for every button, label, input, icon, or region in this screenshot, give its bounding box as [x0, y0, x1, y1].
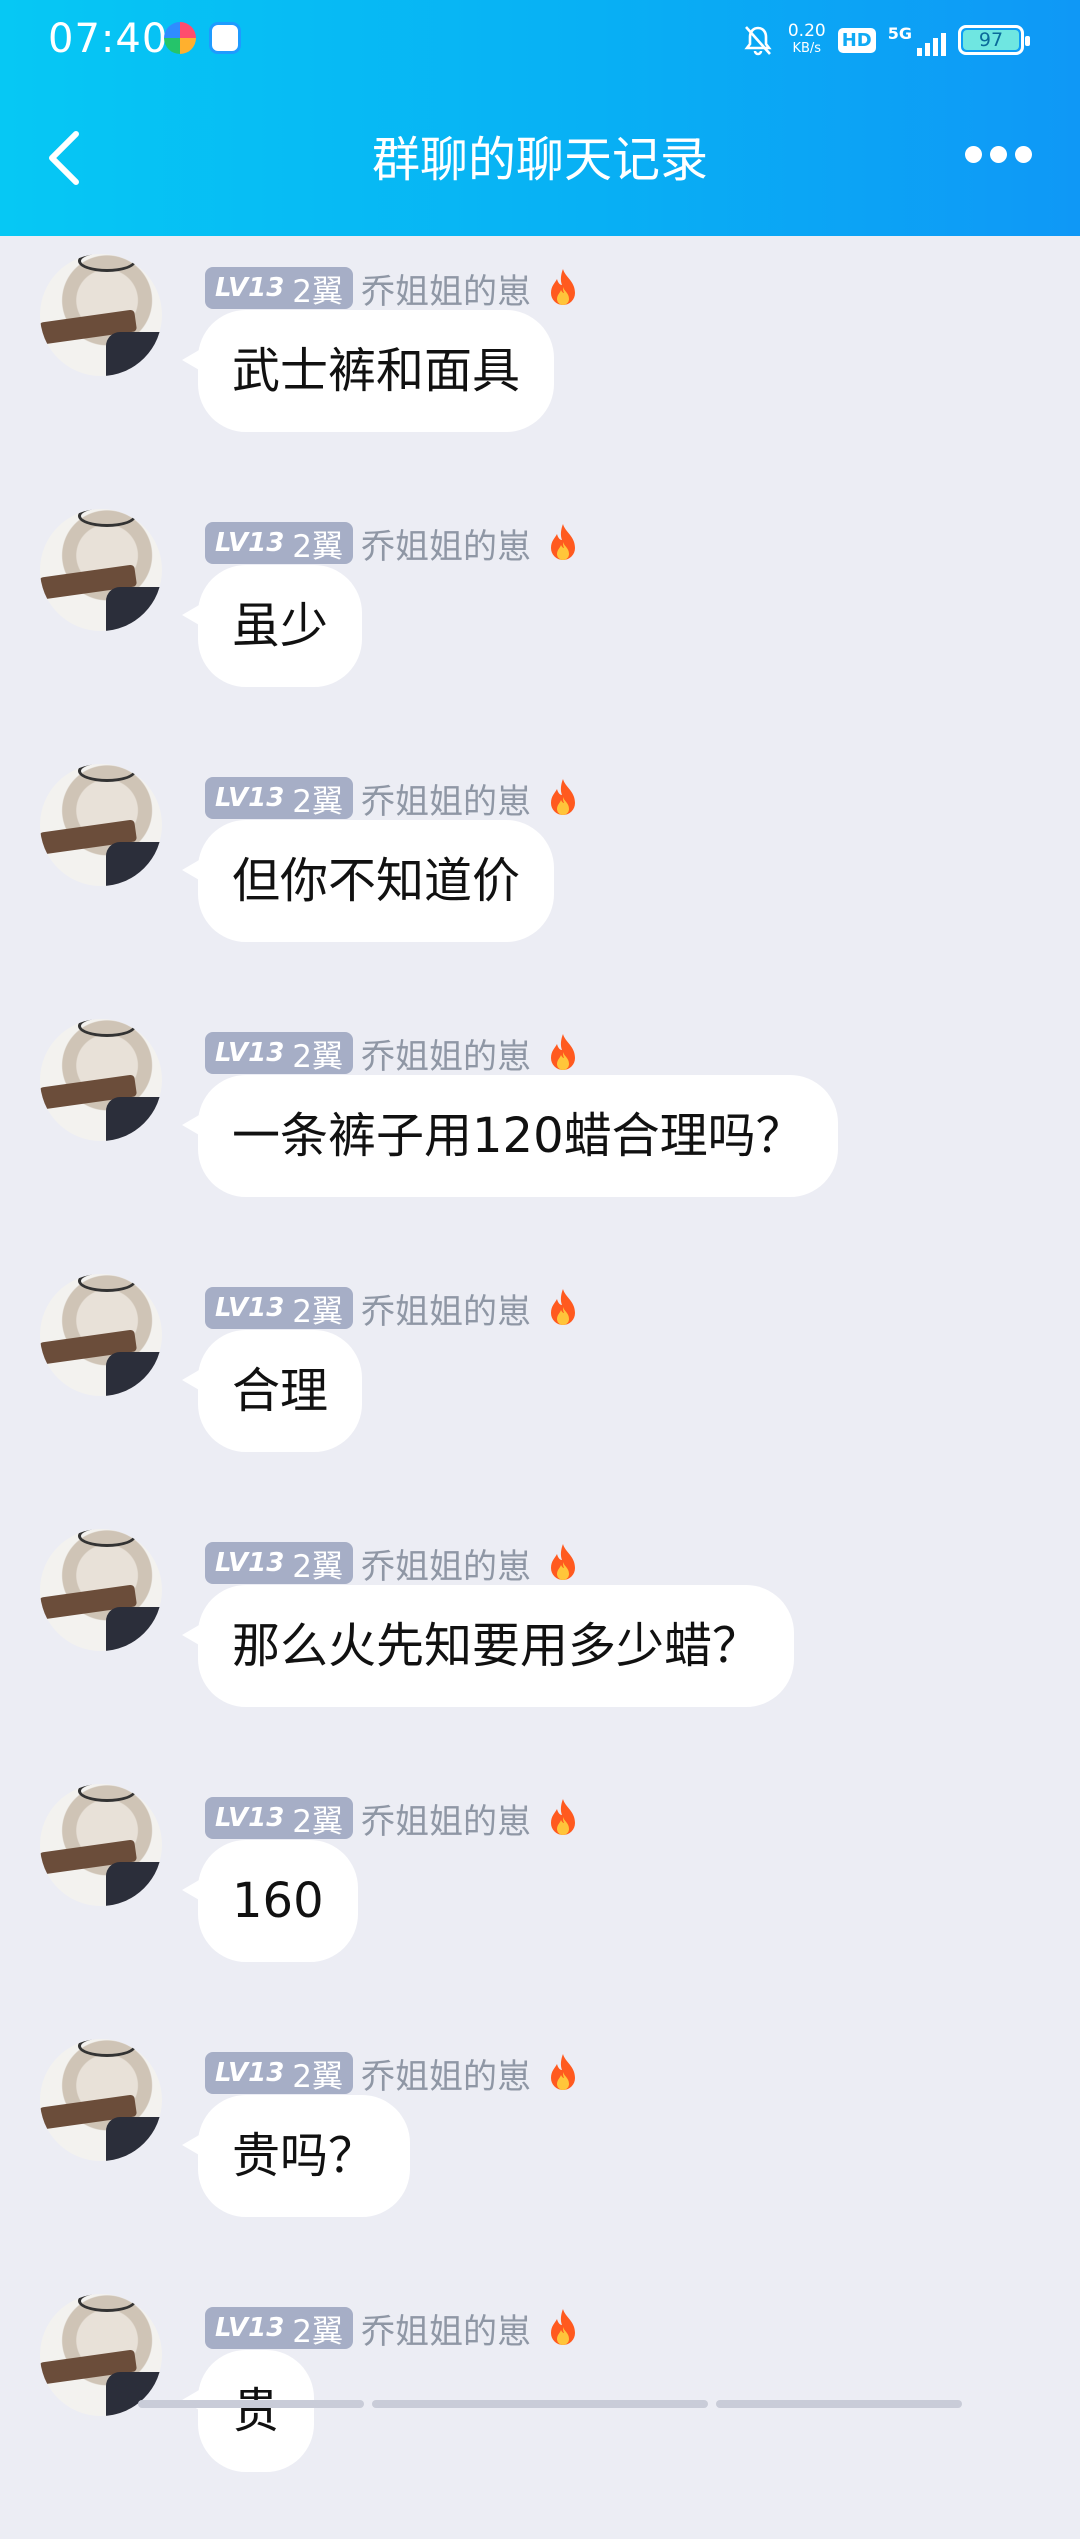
- avatar[interactable]: [40, 764, 162, 886]
- title-bar: 07:40 0.20 KB/s HD 5G 97 群聊的聊天记录: [0, 0, 1080, 236]
- more-options-icon[interactable]: [965, 146, 1032, 163]
- sender-info: LV13 2翼 乔姐姐的崽: [205, 2049, 581, 2098]
- fire-icon: [545, 1797, 581, 1839]
- bell-off-icon: [744, 26, 772, 56]
- sender-info: LV13 2翼 乔姐姐的崽: [205, 1539, 581, 1588]
- scroll-indicator: [138, 2400, 962, 2408]
- fire-icon: [545, 1542, 581, 1584]
- level-badge: LV13 2翼: [205, 1797, 354, 1840]
- page-title: 群聊的聊天记录: [371, 132, 708, 188]
- message-bubble[interactable]: 但你不知道价: [181, 820, 555, 942]
- sender-nickname[interactable]: 乔姐姐的崽: [361, 519, 531, 568]
- avatar[interactable]: [40, 1274, 162, 1396]
- message-row: LV13 2翼 乔姐姐的崽 一条裤子用120蜡合理吗？: [0, 1009, 1080, 1264]
- avatar[interactable]: [40, 254, 162, 376]
- message-row: LV13 2翼 乔姐姐的崽 贵吗？: [0, 2029, 1080, 2284]
- message-row: LV13 2翼 乔姐姐的崽 虽少: [0, 499, 1080, 754]
- sender-nickname[interactable]: 乔姐姐的崽: [361, 774, 531, 823]
- message-bubble[interactable]: 那么火先知要用多少蜡？: [181, 1585, 795, 1707]
- sender-info: LV13 2翼 乔姐姐的崽: [205, 519, 581, 568]
- message-row: LV13 2翼 乔姐姐的崽 但你不知道价: [0, 754, 1080, 1009]
- sender-nickname[interactable]: 乔姐姐的崽: [361, 2304, 531, 2353]
- fire-icon: [545, 1032, 581, 1074]
- sender-info: LV13 2翼 乔姐姐的崽: [205, 774, 581, 823]
- avatar[interactable]: [40, 1019, 162, 1141]
- message-bubble[interactable]: 160: [182, 1840, 358, 1962]
- battery-icon: 97: [958, 25, 1030, 55]
- sender-info: LV13 2翼 乔姐姐的崽: [205, 264, 581, 313]
- fire-icon: [545, 522, 581, 564]
- level-badge: LV13 2翼: [205, 2052, 354, 2095]
- sender-info: LV13 2翼 乔姐姐的崽: [205, 1029, 581, 1078]
- hd-icon: HD: [837, 27, 876, 53]
- level-badge: LV13 2翼: [205, 1542, 354, 1585]
- sender-info: LV13 2翼 乔姐姐的崽: [205, 2304, 581, 2353]
- message-bubble[interactable]: 贵吗？: [181, 2095, 411, 2217]
- avatar[interactable]: [40, 1784, 162, 1906]
- level-badge: LV13 2翼: [205, 1287, 354, 1330]
- sender-nickname[interactable]: 乔姐姐的崽: [361, 1539, 531, 1588]
- sender-nickname[interactable]: 乔姐姐的崽: [361, 1029, 531, 1078]
- fire-icon: [545, 267, 581, 309]
- signal-icon: 5G: [888, 24, 946, 56]
- sender-nickname[interactable]: 乔姐姐的崽: [361, 1794, 531, 1843]
- sender-info: LV13 2翼 乔姐姐的崽: [205, 1284, 581, 1333]
- fire-icon: [545, 777, 581, 819]
- status-time: 07:40: [48, 16, 169, 62]
- app-notification-icon: [164, 22, 196, 54]
- status-bar: 07:40 0.20 KB/s HD 5G 97: [0, 0, 1080, 80]
- message-bubble[interactable]: 贵: [181, 2350, 315, 2472]
- message-bubble[interactable]: 合理: [181, 1330, 363, 1452]
- sender-nickname[interactable]: 乔姐姐的崽: [361, 1284, 531, 1333]
- level-badge: LV13 2翼: [205, 522, 354, 565]
- sender-nickname[interactable]: 乔姐姐的崽: [361, 264, 531, 313]
- network-speed: 0.20 KB/s: [787, 21, 826, 57]
- message-bubble[interactable]: 武士裤和面具: [181, 310, 555, 432]
- fire-icon: [545, 2307, 581, 2349]
- level-badge: LV13 2翼: [205, 777, 354, 820]
- message-row: LV13 2翼 乔姐姐的崽 武士裤和面具: [0, 244, 1080, 499]
- message-row: LV13 2翼 乔姐姐的崽贵: [0, 2284, 1080, 2539]
- level-badge: LV13 2翼: [205, 1032, 354, 1075]
- message-row: LV13 2翼 乔姐姐的崽 160: [0, 1774, 1080, 2029]
- fire-icon: [545, 1287, 581, 1329]
- app-notification-icon: [209, 22, 241, 54]
- avatar[interactable]: [40, 509, 162, 631]
- avatar[interactable]: [40, 1529, 162, 1651]
- message-row: LV13 2翼 乔姐姐的崽 合理: [0, 1264, 1080, 1519]
- message-row: LV13 2翼 乔姐姐的崽 那么火先知要用多少蜡？: [0, 1519, 1080, 1774]
- sender-info: LV13 2翼 乔姐姐的崽: [205, 1794, 581, 1843]
- level-badge: LV13 2翼: [205, 267, 354, 310]
- message-bubble[interactable]: 一条裤子用120蜡合理吗？: [182, 1075, 838, 1197]
- message-bubble[interactable]: 虽少: [181, 565, 363, 687]
- sender-nickname[interactable]: 乔姐姐的崽: [361, 2049, 531, 2098]
- fire-icon: [545, 2052, 581, 2094]
- avatar[interactable]: [40, 2294, 162, 2416]
- level-badge: LV13 2翼: [205, 2307, 354, 2350]
- avatar[interactable]: [40, 2039, 162, 2161]
